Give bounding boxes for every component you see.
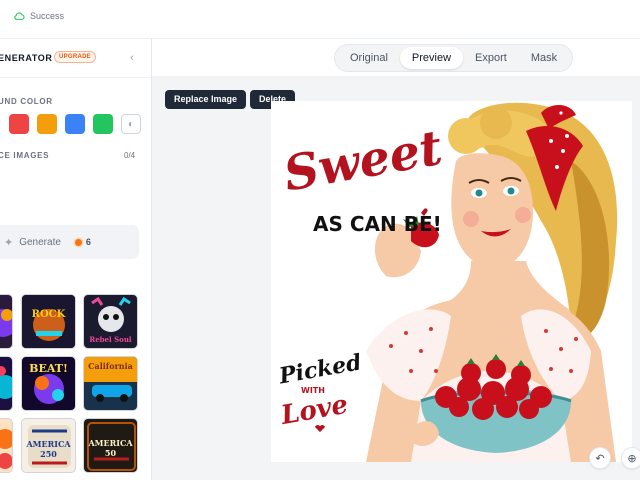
thumbnail-art: [0, 309, 12, 337]
credit-count: 6: [85, 237, 91, 247]
zoom-icon[interactable]: ⊕: [621, 447, 640, 469]
artwork: Sweet AS CAN BE! Picked WITH Love: [276, 102, 618, 462]
thumbnail-caption: AMERICA 50: [88, 438, 133, 458]
credit-cost: 6: [74, 237, 91, 247]
sidebar-divider: [0, 77, 151, 78]
thumbnail-art: [0, 366, 12, 399]
design-thumbnail[interactable]: AMERICA 250: [21, 418, 76, 473]
generator-sidebar: ENERATOR UPGRADE ‹ UND COLOR ◐ CE IMAGES…: [0, 39, 152, 480]
replace-image-button[interactable]: Replace Image: [165, 90, 247, 109]
generate-label: Generate: [19, 236, 61, 248]
generate-button[interactable]: ✦ Generate 6: [0, 225, 139, 259]
tab-export[interactable]: Export: [463, 47, 519, 69]
thumbnail-caption: California: [88, 361, 133, 371]
swatch-green[interactable]: [93, 114, 113, 134]
reference-images-label: CE IMAGES: [0, 151, 50, 160]
top-bar: Success: [0, 0, 640, 39]
headline-text: Sweet: [280, 120, 447, 203]
thumbnail-caption: Rebel Soul: [89, 335, 132, 344]
upgrade-badge[interactable]: UPGRADE: [54, 51, 97, 63]
sparkle-icon: ✦: [4, 236, 14, 249]
swatch-blue[interactable]: [65, 114, 85, 134]
coin-icon: [74, 238, 82, 246]
save-status: Success: [13, 10, 64, 22]
thumbnail-caption: BEAT!: [29, 362, 68, 375]
design-thumbnail[interactable]: Rebel Soul: [83, 294, 138, 349]
design-canvas[interactable]: Sweet AS CAN BE! Picked WITH Love: [271, 101, 632, 462]
collapse-sidebar-icon[interactable]: ‹: [126, 51, 138, 65]
thumbnail-art: [0, 429, 12, 469]
heart-icon: [315, 425, 325, 432]
design-thumbnail[interactable]: California: [83, 356, 138, 411]
thumbnail-caption: AMERICA 250: [26, 439, 71, 459]
design-thumbnail[interactable]: [0, 294, 13, 349]
swatch-orange[interactable]: [37, 114, 57, 134]
swatch-red[interactable]: [9, 114, 29, 134]
picked-text: Picked: [276, 349, 363, 389]
design-thumbnail[interactable]: ROCK: [21, 294, 76, 349]
tab-preview[interactable]: Preview: [399, 47, 464, 69]
reference-count: 0/4: [124, 151, 136, 160]
tab-mask[interactable]: Mask: [519, 47, 569, 69]
tab-original[interactable]: Original: [338, 47, 400, 69]
palette-icon: ◐: [127, 118, 135, 130]
design-thumbnail[interactable]: AMERICA 50: [83, 418, 138, 473]
design-thumbnail[interactable]: [0, 418, 13, 473]
custom-color-button[interactable]: ◐: [121, 114, 141, 134]
undo-icon[interactable]: ↶: [589, 447, 611, 469]
design-thumbnail[interactable]: [0, 356, 13, 411]
design-thumbnail[interactable]: BEAT!: [21, 356, 76, 411]
thumbnail-caption: ROCK: [31, 309, 66, 320]
subhead-text: AS CAN BE!: [313, 212, 442, 236]
thumbnail-art: [22, 295, 75, 348]
sidebar-header: ENERATOR UPGRADE ‹: [0, 51, 151, 67]
workspace: Original Preview Export Mask Replace Ima…: [152, 39, 640, 480]
background-color-label: UND COLOR: [0, 97, 53, 106]
sidebar-title: ENERATOR: [0, 53, 53, 63]
love-text: Love: [278, 390, 350, 431]
cloud-check-icon: [14, 12, 25, 20]
color-swatches: ◐: [0, 114, 141, 134]
status-text: Success: [30, 11, 65, 21]
view-tabs: Original Preview Export Mask: [334, 44, 574, 72]
